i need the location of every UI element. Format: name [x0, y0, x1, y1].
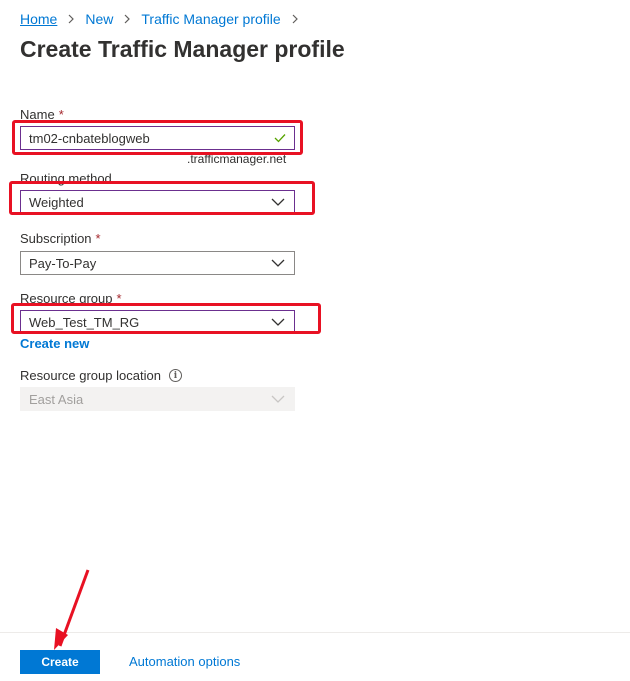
resource-group-location-select: East Asia: [20, 387, 295, 411]
subscription-select[interactable]: Pay-To-Pay: [20, 251, 295, 275]
chevron-down-icon: [266, 388, 290, 410]
breadcrumb: Home New Traffic Manager profile: [20, 10, 309, 28]
resource-group-location-label: Resource group location i: [20, 368, 182, 383]
breadcrumb-home-link[interactable]: Home: [20, 11, 57, 27]
chevron-down-icon: [266, 252, 290, 274]
breadcrumb-profile-link[interactable]: Traffic Manager profile: [141, 11, 280, 27]
automation-options-link[interactable]: Automation options: [129, 654, 240, 669]
info-icon[interactable]: i: [168, 369, 182, 382]
required-mark: *: [95, 231, 101, 246]
chevron-down-icon: [266, 311, 290, 333]
resource-group-select[interactable]: Web_Test_TM_RG: [20, 310, 295, 334]
routing-method-label-text: Routing method: [20, 171, 112, 186]
page-title: Create Traffic Manager profile: [20, 36, 345, 62]
name-domain-suffix: .trafficmanager.net: [187, 152, 287, 166]
routing-method-value: Weighted: [29, 194, 84, 210]
resource-group-location-label-text: Resource group location: [20, 368, 161, 383]
subscription-label-text: Subscription: [20, 231, 92, 246]
resource-group-label: Resource group *: [20, 291, 122, 306]
required-mark: *: [58, 107, 64, 122]
routing-method-select[interactable]: Weighted: [20, 190, 295, 214]
chevron-right-icon: [121, 13, 133, 25]
breadcrumb-new-link[interactable]: New: [85, 11, 113, 27]
resource-group-label-text: Resource group: [20, 291, 113, 306]
chevron-right-icon: [289, 13, 301, 25]
subscription-value: Pay-To-Pay: [29, 255, 97, 271]
chevron-down-icon: [266, 191, 290, 213]
resource-group-location-value: East Asia: [29, 391, 84, 407]
subscription-label: Subscription *: [20, 231, 101, 246]
name-input-value: tm02-cnbateblogweb: [29, 130, 150, 146]
name-label-text: Name: [20, 107, 55, 122]
create-button[interactable]: Create: [20, 650, 100, 674]
chevron-right-icon: [65, 13, 77, 25]
required-mark: *: [116, 291, 122, 306]
name-label: Name *: [20, 107, 64, 122]
resource-group-value: Web_Test_TM_RG: [29, 314, 140, 330]
create-new-resource-group-link[interactable]: Create new: [20, 336, 89, 351]
routing-method-label: Routing method: [20, 171, 112, 186]
checkmark-icon: [270, 127, 290, 149]
name-input[interactable]: tm02-cnbateblogweb: [20, 126, 295, 150]
